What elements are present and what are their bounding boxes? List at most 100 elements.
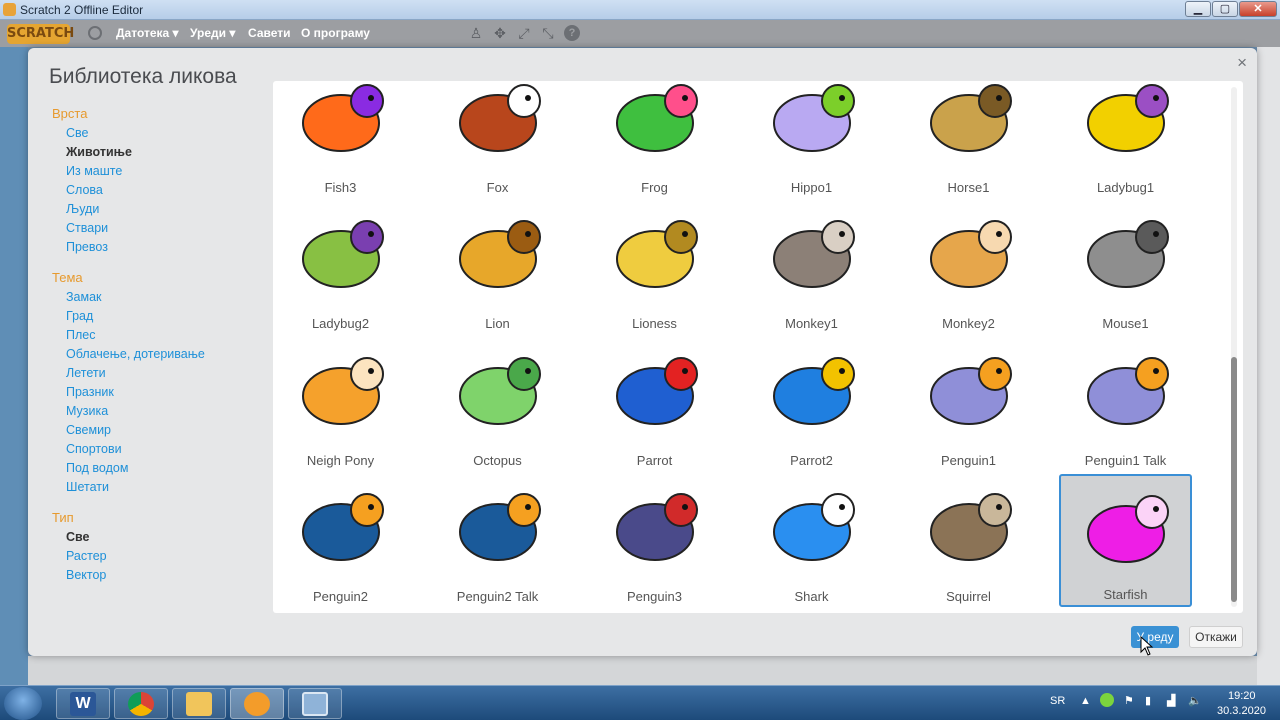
sprite-tile-penguin2[interactable]: Penguin2 [274, 474, 407, 607]
sprite-label: Horse1 [947, 180, 990, 195]
sprite-tile-penguin1[interactable]: Penguin1 [902, 338, 1035, 471]
menu-edit[interactable]: Уреди ▾ [190, 26, 235, 40]
tray-arrow-icon[interactable]: ▲ [1080, 695, 1091, 707]
taskbar-app-explorer[interactable] [172, 688, 226, 719]
filter-space[interactable]: Свемир [52, 422, 272, 441]
category-heading-theme: Тема [52, 270, 83, 285]
category-sidebar: Врста Све Животиње Из маште Слова Људи С… [52, 106, 272, 586]
globe-icon[interactable] [88, 26, 102, 40]
taskbar-app-chrome[interactable] [114, 688, 168, 719]
sprite-tile-penguin3[interactable]: Penguin3 [588, 474, 721, 607]
sprite-tile-hippo1[interactable]: Hippo1 [745, 81, 878, 198]
filter-dance[interactable]: Плес [52, 327, 272, 346]
filter-things[interactable]: Ствари [52, 220, 272, 239]
taskbar-app-picture[interactable] [288, 688, 342, 719]
sprite-tile-horse1[interactable]: Horse1 [902, 81, 1035, 198]
sprite-tile-starfish[interactable]: Starfish [1059, 474, 1192, 607]
penguin1-talk-sprite-icon [1086, 357, 1169, 425]
filter-music[interactable]: Музика [52, 403, 272, 422]
taskbar-app-scratch[interactable] [230, 688, 284, 719]
filter-letters[interactable]: Слова [52, 182, 272, 201]
sprite-label: Penguin2 Talk [456, 589, 539, 604]
sprite-tile-monkey1[interactable]: Monkey1 [745, 201, 878, 334]
sprite-tile-shark[interactable]: Shark [745, 474, 878, 607]
network-icon[interactable]: ▟ [1167, 694, 1175, 707]
hippo1-sprite-icon [772, 84, 855, 152]
filter-animals[interactable]: Животиње [52, 144, 272, 163]
help-icon[interactable]: ? [564, 25, 580, 41]
start-button[interactable] [4, 687, 42, 720]
sprite-tile-lion[interactable]: Lion [431, 201, 564, 334]
person-stamp-icon[interactable]: ♙ [468, 25, 484, 41]
battery-icon[interactable]: ▮ [1145, 694, 1151, 707]
menu-tips[interactable]: Савети [248, 26, 290, 40]
volume-icon[interactable]: 🔈 [1188, 694, 1202, 707]
filter-transportation[interactable]: Превоз [52, 239, 272, 258]
sprite-label: Hippo1 [790, 180, 833, 195]
scratch-cat-icon [244, 692, 270, 716]
shark-sprite-icon [772, 493, 855, 561]
filter-holiday[interactable]: Празник [52, 384, 272, 403]
sprite-label: Octopus [473, 453, 522, 468]
sprite-label: Lion [485, 316, 510, 331]
sprite-label: Frog [641, 180, 668, 195]
clock-date[interactable]: 30.3.2020 [1217, 705, 1266, 717]
neigh-pony-sprite-icon [301, 357, 384, 425]
filter-people[interactable]: Људи [52, 201, 272, 220]
shrink-icon[interactable]: ⤡ [540, 25, 556, 41]
minimize-button[interactable]: ▁ [1185, 1, 1211, 17]
sprite-label: Parrot2 [790, 453, 833, 468]
sprite-tile-parrot2[interactable]: Parrot2 [745, 338, 878, 471]
filter-all[interactable]: Све [52, 125, 272, 144]
menu-file[interactable]: Датотека ▾ [116, 26, 179, 40]
filter-city[interactable]: Град [52, 308, 272, 327]
sprite-tile-fox[interactable]: Fox [431, 81, 564, 198]
cross-arrows-icon[interactable]: ✥ [492, 25, 508, 41]
sprite-tile-penguin1-talk[interactable]: Penguin1 Talk [1059, 338, 1192, 471]
menu-about[interactable]: О програму [301, 26, 370, 40]
filter-type-all[interactable]: Све [52, 529, 272, 548]
flag-icon[interactable]: ⚑ [1124, 694, 1134, 707]
sprite-tile-parrot[interactable]: Parrot [588, 338, 721, 471]
scratch-menu-bar: SCRATCH Датотека ▾ Уреди ▾ Савети О прог… [0, 20, 1280, 47]
filter-bitmap[interactable]: Растер [52, 548, 272, 567]
sprite-label: Penguin1 [941, 453, 996, 468]
sprite-tile-lioness[interactable]: Lioness [588, 201, 721, 334]
scrollbar[interactable] [1231, 87, 1237, 607]
sprite-label: Lioness [632, 316, 677, 331]
sprite-tile-fish3[interactable]: Fish3 [274, 81, 407, 198]
ok-button[interactable]: У реду [1131, 626, 1179, 648]
scroll-thumb[interactable] [1231, 357, 1237, 602]
filter-flying[interactable]: Летети [52, 365, 272, 384]
expand-icon[interactable]: ⤢ [516, 25, 532, 41]
maximize-button[interactable]: ▢ [1212, 1, 1238, 17]
tray-app-icon[interactable] [1100, 693, 1114, 707]
filter-underwater[interactable]: Под водом [52, 460, 272, 479]
sprite-tile-ladybug2[interactable]: Ladybug2 [274, 201, 407, 334]
filter-dress-up[interactable]: Облачење, дотеривање [52, 346, 272, 365]
sprite-tile-octopus[interactable]: Octopus [431, 338, 564, 471]
filter-castle[interactable]: Замак [52, 289, 272, 308]
fox-sprite-icon [458, 84, 541, 152]
close-icon[interactable]: × [1237, 53, 1247, 73]
language-indicator[interactable]: SR [1050, 695, 1065, 707]
filter-fantasy[interactable]: Из маште [52, 163, 272, 182]
parrot2-sprite-icon [772, 357, 855, 425]
sprite-tile-neigh-pony[interactable]: Neigh Pony [274, 338, 407, 471]
sprite-tile-squirrel[interactable]: Squirrel [902, 474, 1035, 607]
sprite-tile-penguin2-talk[interactable]: Penguin2 Talk [431, 474, 564, 607]
filter-sports[interactable]: Спортови [52, 441, 272, 460]
filter-walking[interactable]: Шетати [52, 479, 272, 498]
sprite-tile-monkey2[interactable]: Monkey2 [902, 201, 1035, 334]
taskbar-app-word[interactable]: W [56, 688, 110, 719]
sprite-tile-frog[interactable]: Frog [588, 81, 721, 198]
close-window-button[interactable]: ✕ [1239, 1, 1277, 17]
squirrel-sprite-icon [929, 493, 1012, 561]
clock-time[interactable]: 19:20 [1228, 690, 1256, 702]
mouse1-sprite-icon [1086, 220, 1169, 288]
sprite-tile-ladybug1[interactable]: Ladybug1 [1059, 81, 1192, 198]
sprite-tile-mouse1[interactable]: Mouse1 [1059, 201, 1192, 334]
scratch-logo[interactable]: SCRATCH [7, 24, 74, 44]
cancel-button[interactable]: Откажи [1189, 626, 1243, 648]
filter-vector[interactable]: Вектор [52, 567, 272, 586]
